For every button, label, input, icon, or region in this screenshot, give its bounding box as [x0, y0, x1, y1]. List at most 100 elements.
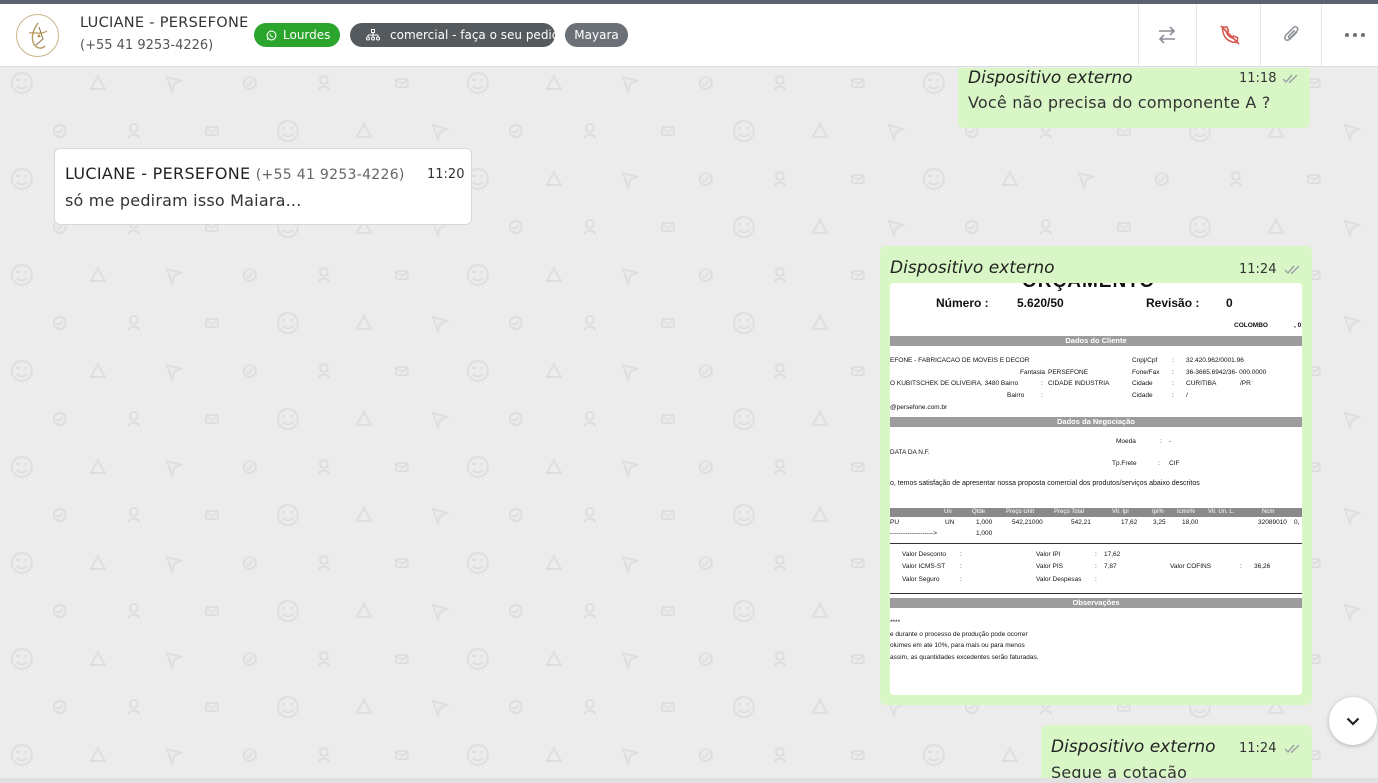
message-time: 11:18 — [1239, 71, 1277, 86]
doc-text: CIDADE INDUSTRIA — [1048, 380, 1110, 387]
doc-cell: PU — [890, 519, 900, 526]
doc-cell: 542,21000 — [1012, 519, 1043, 526]
attach-button[interactable] — [1277, 20, 1307, 50]
tag-label: Mayara — [574, 28, 619, 42]
doc-cell: 18,00 — [1182, 519, 1199, 526]
doc-text: Cnpj/Cpf — [1132, 357, 1158, 364]
doc-column-header: Qtde — [972, 509, 986, 515]
doc-revisao-label: Revisão : — [1146, 296, 1200, 310]
more-options-icon — [1345, 33, 1365, 37]
message-sender: LUCIANE - PERSEFONE (+55 41 9253-4226) — [65, 164, 405, 183]
doc-section-negociacao: Dados da Negociação — [890, 417, 1302, 427]
message-sender: Dispositivo externo — [1051, 737, 1216, 757]
contact-name: LUCIANE - PERSEFONE — [80, 15, 249, 31]
doc-cell: 542,21 — [1071, 519, 1091, 526]
doc-text: Valor IPI — [1036, 551, 1061, 558]
doc-city: COLOMBO — [1234, 322, 1268, 329]
message-sender: Dispositivo externo — [968, 68, 1133, 88]
doc-cell: 3,25 — [1153, 519, 1166, 526]
doc-column-header: Preço Total — [1054, 509, 1084, 515]
doc-column-header: Ipi% — [1152, 509, 1164, 515]
doc-text: : — [1172, 357, 1174, 364]
doc-text: 32.420.962/0001.96 — [1186, 357, 1244, 364]
chat-area[interactable]: Dispositivo externo 11:18 Você não preci… — [0, 68, 1378, 778]
doc-text: Bairro — [1007, 392, 1025, 399]
doc-text: assim, as quantidades excedentes serão f… — [890, 654, 1039, 661]
doc-numero-label: Número : — [936, 296, 989, 310]
doc-text: 17,62 — [1104, 551, 1121, 558]
doc-column-header: Un — [944, 509, 952, 515]
bottom-bar — [0, 778, 1378, 783]
doc-text: DATA DA N.F. — [890, 449, 930, 456]
doc-text: Moeda — [1116, 438, 1136, 445]
tag-comercial[interactable]: comercial - faça o seu pedido — [350, 23, 567, 47]
doc-text: - — [1169, 438, 1172, 445]
doc-cell: 0, — [1294, 519, 1300, 526]
doc-text: CIF — [1169, 460, 1180, 467]
tag-label: comercial - faça o seu pedido — [390, 28, 567, 42]
end-call-button[interactable] — [1215, 20, 1245, 50]
doc-text: Valor ICMS-ST — [902, 563, 946, 570]
paperclip-icon — [1284, 26, 1299, 41]
doc-text: : — [1172, 380, 1174, 387]
tag-label: Lourdes — [283, 28, 331, 42]
doc-text: : — [1240, 563, 1242, 570]
doc-text: @persefone.com.br — [890, 404, 948, 411]
doc-text: : — [1172, 369, 1174, 376]
double-check-icon — [1282, 74, 1298, 84]
doc-text: : — [1041, 369, 1043, 376]
message-time: 11:20 — [427, 167, 465, 182]
doc-text: : — [1095, 576, 1097, 583]
doc-revisao-value: 0 — [1226, 296, 1233, 310]
chat-header: LUCIANE - PERSEFONE (+55 41 9253-4226) L… — [0, 4, 1378, 67]
doc-table-header: Un Qtde Preço Unit Preço Total Vlr. Ipi … — [890, 508, 1302, 517]
doc-text: **** — [890, 619, 901, 626]
attached-document-image[interactable]: ORÇAMENTO Número : 5.620/50 Revisão : 0 … — [890, 283, 1302, 695]
doc-text: Fone/Fax — [1132, 369, 1160, 376]
sender-name: LUCIANE - PERSEFONE — [65, 164, 251, 183]
chevron-down-icon — [1346, 717, 1360, 726]
message-bubble-outgoing[interactable]: Dispositivo externo 11:18 Você não preci… — [958, 68, 1310, 128]
doc-cell: UN — [945, 519, 955, 526]
tag-lourdes[interactable]: Lourdes — [254, 23, 340, 47]
doc-divider — [890, 543, 1302, 544]
doc-text: Valor Despesas — [1036, 576, 1082, 583]
doc-text: e durante o processo de produção pode oc… — [890, 631, 1028, 638]
message-text: só me pediram isso Maiara... — [65, 191, 302, 210]
whatsapp-icon — [266, 30, 277, 40]
doc-text: 7,87 — [1104, 563, 1117, 570]
doc-text: 36-3665.6942/36- 000.0000 — [1186, 369, 1267, 376]
doc-text: : — [960, 551, 962, 558]
contact-phone: (+55 41 9253-4226) — [80, 38, 214, 53]
doc-text: 1,000 — [976, 530, 993, 537]
transfer-button[interactable] — [1152, 20, 1182, 50]
doc-divider — [890, 593, 1302, 594]
sitemap-icon — [366, 29, 380, 41]
message-bubble-outgoing[interactable]: Dispositivo externo 11:24 ORÇAMENTO Núme… — [880, 246, 1312, 705]
doc-numero-value: 5.620/50 — [1017, 296, 1064, 310]
doc-text: : — [1095, 551, 1097, 558]
doc-text: / — [1186, 392, 1188, 399]
doc-text: 36,26 — [1254, 563, 1271, 570]
avatar[interactable] — [16, 14, 59, 57]
message-bubble-outgoing[interactable]: Dispositivo externo 11:24 Segue a cotaçã… — [1041, 725, 1312, 778]
header-divider — [1321, 4, 1322, 67]
doc-cell: 32089010 — [1258, 519, 1287, 526]
doc-text: : — [960, 576, 962, 583]
tag-mayara[interactable]: Mayara — [565, 23, 628, 47]
doc-text: : — [1158, 460, 1160, 467]
doc-column-header: Icms% — [1177, 509, 1195, 515]
doc-column-header: Preço Unit — [1006, 509, 1035, 515]
scroll-to-bottom-button[interactable] — [1329, 697, 1377, 745]
doc-text: Cidade — [1132, 380, 1153, 387]
doc-text: /PR — [1240, 380, 1251, 387]
doc-column-header: Vlr. Ipi — [1112, 509, 1129, 515]
message-bubble-incoming[interactable]: LUCIANE - PERSEFONE (+55 41 9253-4226) 1… — [54, 148, 472, 225]
doc-text: Tp.Frete — [1112, 460, 1137, 467]
doc-column-header: Vlr. Un. L. — [1208, 509, 1235, 515]
header-divider — [1138, 4, 1139, 67]
doc-text: O KUBITSCHEK DE OLIVEIRA, 3480 Bairro — [890, 380, 1019, 387]
header-divider — [1260, 4, 1261, 67]
more-options-button[interactable] — [1340, 20, 1370, 50]
doc-section-observacoes: Observações — [890, 598, 1302, 608]
